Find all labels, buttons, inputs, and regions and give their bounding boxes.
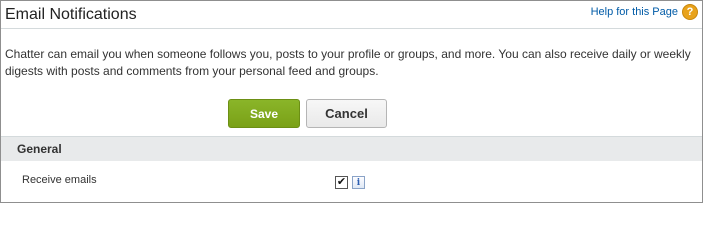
help-area: Help for this Page ? bbox=[591, 4, 698, 20]
description-text: Chatter can email you when someone follo… bbox=[5, 47, 691, 78]
section-header-general: General bbox=[1, 136, 702, 161]
info-icon[interactable]: i bbox=[352, 176, 365, 189]
help-link[interactable]: Help for this Page bbox=[591, 6, 678, 18]
help-icon[interactable]: ? bbox=[682, 4, 698, 20]
title-divider bbox=[1, 28, 702, 29]
section-title: General bbox=[17, 142, 62, 156]
receive-emails-checkbox[interactable]: ✔ bbox=[335, 176, 348, 189]
cancel-button[interactable]: Cancel bbox=[306, 99, 387, 128]
email-notifications-panel: Email Notifications Help for this Page ?… bbox=[0, 0, 703, 203]
page-title: Email Notifications bbox=[5, 6, 137, 23]
checkmark-icon: ✔ bbox=[336, 176, 347, 188]
receive-emails-label: Receive emails bbox=[22, 174, 97, 186]
save-button[interactable]: Save bbox=[228, 99, 300, 128]
